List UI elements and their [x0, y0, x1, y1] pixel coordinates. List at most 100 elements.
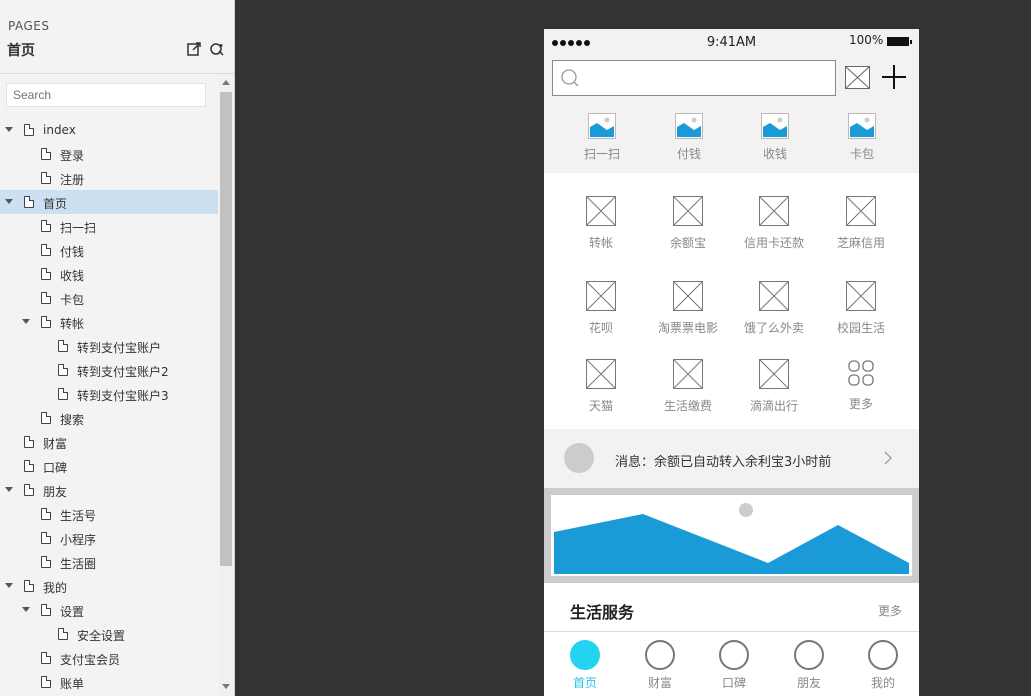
expand-caret-icon[interactable]	[5, 199, 13, 204]
placeholder-image-icon	[759, 196, 789, 226]
search-input[interactable]	[552, 60, 836, 96]
service-grid-item[interactable]: 淘票票电影	[645, 281, 731, 336]
battery-icon	[887, 37, 912, 46]
service-grid-item[interactable]: 滴滴出行	[731, 359, 817, 414]
tree-item[interactable]: 支付宝会员	[0, 646, 218, 670]
page-icon	[58, 388, 68, 400]
page-icon	[24, 436, 34, 448]
tree-item[interactable]: 首页	[0, 190, 218, 214]
placeholder-image-icon	[846, 196, 876, 226]
tree-item[interactable]: 转到支付宝账户	[0, 334, 218, 358]
more-grid-icon	[848, 360, 874, 386]
service-grid-item[interactable]: 更多	[818, 359, 904, 412]
tree-item[interactable]: 扫一扫	[0, 214, 218, 238]
service-grid-item[interactable]: 花呗	[558, 281, 644, 336]
service-grid-item[interactable]: 芝麻信用	[818, 196, 904, 251]
page-icon	[41, 148, 51, 160]
tree-item-label: 生活号	[60, 509, 97, 523]
scrollbar-thumb[interactable]	[220, 92, 232, 566]
tree-item[interactable]: 我的	[0, 574, 218, 598]
expand-caret-icon[interactable]	[5, 583, 13, 588]
message-bar[interactable]: 消息：余额已自动转入余利宝3小时前	[544, 429, 919, 488]
tree-item-label: 收钱	[60, 269, 85, 283]
quick-action-item[interactable]: 收钱	[740, 113, 810, 162]
tab-label: 我的	[870, 676, 895, 690]
tree-item[interactable]: 财富	[0, 430, 218, 454]
tab-item[interactable]: 首页	[555, 640, 615, 691]
quick-action-item[interactable]: 卡包	[827, 113, 897, 162]
page-icon	[24, 580, 34, 592]
plus-icon[interactable]	[881, 64, 907, 90]
placeholder-image-icon	[586, 281, 616, 311]
quick-action-label: 卡包	[849, 147, 874, 161]
pages-search-input[interactable]	[6, 83, 206, 107]
tree-item[interactable]: 卡包	[0, 286, 218, 310]
tree-item[interactable]: 小程序	[0, 526, 218, 550]
tree-item[interactable]: 注册	[0, 166, 218, 190]
tab-circle-icon	[719, 640, 749, 670]
page-icon	[58, 340, 68, 352]
service-grid-item[interactable]: 信用卡还款	[731, 196, 817, 251]
tree-item[interactable]: 转到支付宝账户3	[0, 382, 218, 406]
tab-label: 朋友	[796, 676, 821, 690]
tab-item[interactable]: 我的	[853, 640, 913, 691]
service-grid-item[interactable]: 生活缴费	[645, 359, 731, 414]
placeholder-image-icon	[759, 281, 789, 311]
tree-item-label: 搜索	[60, 413, 85, 427]
tab-circle-icon	[794, 640, 824, 670]
service-grid-item[interactable]: 校园生活	[818, 281, 904, 336]
tree-item-label: 支付宝会员	[60, 653, 121, 667]
current-page-title: 首页	[7, 43, 35, 59]
tree-item[interactable]: 生活号	[0, 502, 218, 526]
tree-item[interactable]: 设置	[0, 598, 218, 622]
service-grid-item[interactable]: 转帐	[558, 196, 644, 251]
expand-caret-icon[interactable]	[22, 319, 30, 324]
page-icon	[41, 556, 51, 568]
tree-item-label: 转到支付宝账户2	[77, 365, 169, 379]
page-icon	[41, 268, 51, 280]
quick-action-item[interactable]: 付钱	[654, 113, 724, 162]
scroll-down-arrow-icon[interactable]	[222, 684, 230, 689]
section-more-link[interactable]: 更多	[878, 602, 902, 619]
tab-label: 财富	[647, 676, 672, 690]
tree-item[interactable]: 付钱	[0, 238, 218, 262]
image-icon	[761, 113, 789, 139]
scroll-up-arrow-icon[interactable]	[222, 80, 230, 85]
tree-item[interactable]: index	[0, 118, 218, 142]
service-grid-item[interactable]: 余额宝	[645, 196, 731, 251]
page-icon	[41, 412, 51, 424]
service-grid-label: 转帐	[588, 236, 613, 250]
quick-action-item[interactable]: 扫一扫	[567, 113, 637, 162]
tab-item[interactable]: 朋友	[779, 640, 839, 691]
tree-item[interactable]: 口碑	[0, 454, 218, 478]
scan-image-icon[interactable]	[845, 66, 870, 89]
tree-item[interactable]: 收钱	[0, 262, 218, 286]
banner-image	[551, 495, 912, 576]
page-icon	[41, 676, 51, 688]
banner[interactable]	[544, 488, 919, 583]
tab-circle-icon	[868, 640, 898, 670]
tree-item[interactable]: 朋友	[0, 478, 218, 502]
add-folder-icon[interactable]	[210, 42, 224, 56]
service-grid-item[interactable]: 天猫	[558, 359, 644, 414]
tab-label: 首页	[572, 676, 597, 690]
add-page-icon[interactable]	[187, 42, 201, 56]
tab-item[interactable]: 财富	[630, 640, 690, 691]
service-grid-item[interactable]: 饿了么外卖	[731, 281, 817, 336]
tree-item[interactable]: 账单	[0, 670, 218, 694]
tree-item[interactable]: 登录	[0, 142, 218, 166]
page-icon	[24, 484, 34, 496]
tab-item[interactable]: 口碑	[704, 640, 764, 691]
quick-action-label: 付钱	[676, 147, 701, 161]
page-icon	[41, 172, 51, 184]
tree-item[interactable]: 转帐	[0, 310, 218, 334]
tree-item[interactable]: 搜索	[0, 406, 218, 430]
expand-caret-icon[interactable]	[22, 607, 30, 612]
expand-caret-icon[interactable]	[5, 127, 13, 132]
tree-item-label: 安全设置	[77, 629, 126, 643]
message-avatar	[564, 443, 594, 473]
tree-item[interactable]: 转到支付宝账户2	[0, 358, 218, 382]
expand-caret-icon[interactable]	[5, 487, 13, 492]
tree-item[interactable]: 生活圈	[0, 550, 218, 574]
tree-item[interactable]: 安全设置	[0, 622, 218, 646]
